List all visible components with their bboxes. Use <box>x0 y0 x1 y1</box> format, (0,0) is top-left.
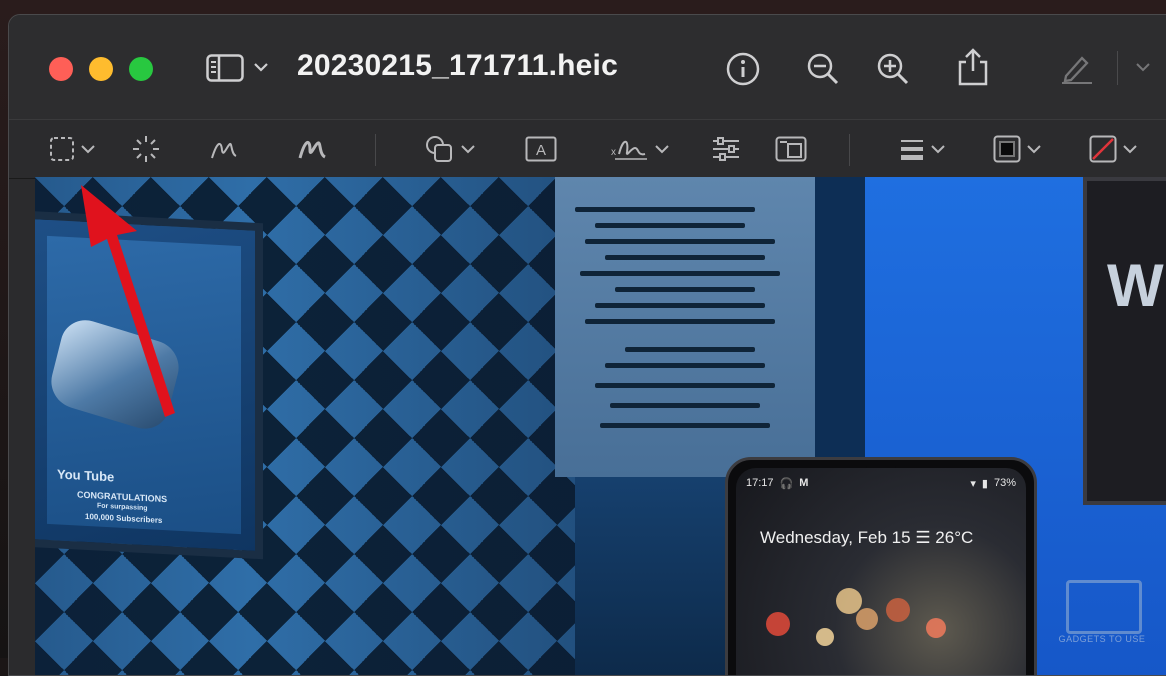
chevron-down-icon <box>1027 145 1041 154</box>
adjust-color-icon <box>713 137 739 161</box>
phone-screen: 17:17 🎧 M ▾ ▮ 73% Wednesday, Feb 15 ☰ 26… <box>736 468 1026 675</box>
poster-text: W <box>1107 252 1164 319</box>
text-tool[interactable]: A <box>525 134 557 164</box>
text-tool-label: A <box>536 142 546 159</box>
paper-line <box>610 403 760 408</box>
bokeh-light <box>836 588 862 614</box>
toolbar-overflow-chevron-icon[interactable] <box>1135 61 1151 73</box>
phone-date-widget: Wednesday, Feb 15 ☰ 26°C <box>760 528 973 548</box>
draw-tool[interactable] <box>297 134 327 164</box>
fill-color-tool[interactable] <box>1089 134 1137 164</box>
shapes-tool[interactable] <box>425 134 475 164</box>
wall-poster: W <box>1083 177 1166 505</box>
chevron-down-icon <box>931 145 945 154</box>
chevron-down-icon <box>461 145 475 154</box>
paper-line <box>605 363 765 368</box>
draw-icon <box>298 141 326 159</box>
minimize-button[interactable] <box>89 57 113 81</box>
annotation-arrow-icon <box>81 185 175 417</box>
sketch-tool[interactable] <box>209 134 239 164</box>
svg-text:x: x <box>611 147 616 158</box>
plaque-subs: 100,000 Subscribers <box>85 511 163 525</box>
paper-line <box>585 239 775 244</box>
battery-icon: ▮ <box>981 477 988 490</box>
adjust-color-tool[interactable] <box>711 134 741 164</box>
border-color-icon <box>993 135 1021 163</box>
shape-style-icon <box>901 140 923 160</box>
paper-line <box>600 423 770 428</box>
paper-line <box>595 303 765 308</box>
rectangular-selection-icon <box>50 137 74 161</box>
gmail-icon: M <box>799 477 809 489</box>
title-bar: 20230215_171711.heic <box>9 15 1166 119</box>
bokeh-light <box>766 612 790 636</box>
sidebar-chevron-down-icon[interactable] <box>253 59 269 75</box>
wifi-icon: ▾ <box>970 477 976 490</box>
fill-color-icon <box>1089 135 1117 163</box>
smartphone: 17:17 🎧 M ▾ ▮ 73% Wednesday, Feb 15 ☰ 26… <box>725 457 1037 675</box>
paper-line <box>585 319 775 324</box>
watermark: GADGETS TO USE <box>1052 578 1152 654</box>
paper-line <box>595 383 775 388</box>
toolbar-separator <box>1117 51 1118 85</box>
paper-line <box>625 347 755 352</box>
paper-line <box>605 255 765 260</box>
sign-icon: x <box>611 140 647 160</box>
chevron-down-icon <box>81 145 95 154</box>
plaque-for: For surpassing <box>97 502 148 513</box>
zoom-in-icon[interactable] <box>875 51 911 87</box>
image-canvas[interactable]: You Tube CONGRATULATIONS For surpassing … <box>35 177 1166 675</box>
markup-pencil-icon[interactable] <box>1059 49 1095 85</box>
instant-alpha-tool[interactable] <box>131 134 161 164</box>
phone-status-bar: 17:17 🎧 M ▾ ▮ 73% <box>746 474 1016 492</box>
bokeh-light <box>816 628 834 646</box>
window-title: 20230215_171711.heic <box>297 49 618 82</box>
phone-time: 17:17 <box>746 477 774 489</box>
bokeh-light <box>926 618 946 638</box>
preview-window: 20230215_171711.heic A x You Tube CONGRA… <box>8 14 1166 676</box>
bokeh-light <box>886 598 910 622</box>
sketch-icon <box>211 142 237 159</box>
chevron-down-icon <box>1123 145 1137 154</box>
adjust-size-icon <box>775 136 807 162</box>
bokeh-light <box>856 608 878 630</box>
watermark-text: GADGETS TO USE <box>1058 634 1146 644</box>
paper-line <box>595 223 745 228</box>
chevron-down-icon <box>655 145 669 154</box>
info-icon[interactable] <box>725 51 761 87</box>
markup-toolbar: A x <box>9 119 1166 179</box>
text-icon: A <box>525 136 557 162</box>
paper-line <box>580 271 780 276</box>
share-icon[interactable] <box>955 47 991 87</box>
markup-divider <box>849 134 850 166</box>
plaque-congrats: CONGRATULATIONS <box>77 489 168 505</box>
phone-temperature: 26°C <box>935 528 974 547</box>
rectangular-selection-tool[interactable] <box>49 134 95 164</box>
close-button[interactable] <box>49 57 73 81</box>
sidebar-icon[interactable] <box>205 53 245 83</box>
shapes-icon <box>426 136 452 162</box>
shape-style-tool[interactable] <box>899 134 945 164</box>
headphones-icon: 🎧 <box>779 477 794 490</box>
maximize-button[interactable] <box>129 57 153 81</box>
phone-battery: 73% <box>993 477 1016 489</box>
paper-sheet <box>555 177 815 477</box>
gadgets-to-use-logo-icon <box>1066 580 1142 634</box>
phone-date: Wednesday, Feb 15 <box>760 528 911 547</box>
border-color-tool[interactable] <box>993 134 1041 164</box>
weather-icon: ☰ <box>915 528 936 547</box>
plaque-brand: You Tube <box>57 466 115 485</box>
sign-tool[interactable]: x <box>609 134 669 164</box>
zoom-out-icon[interactable] <box>805 51 841 87</box>
paper-line <box>575 207 755 212</box>
instant-alpha-icon <box>133 136 159 162</box>
paper-line <box>615 287 755 292</box>
markup-divider <box>375 134 376 166</box>
adjust-size-tool[interactable] <box>775 134 807 164</box>
